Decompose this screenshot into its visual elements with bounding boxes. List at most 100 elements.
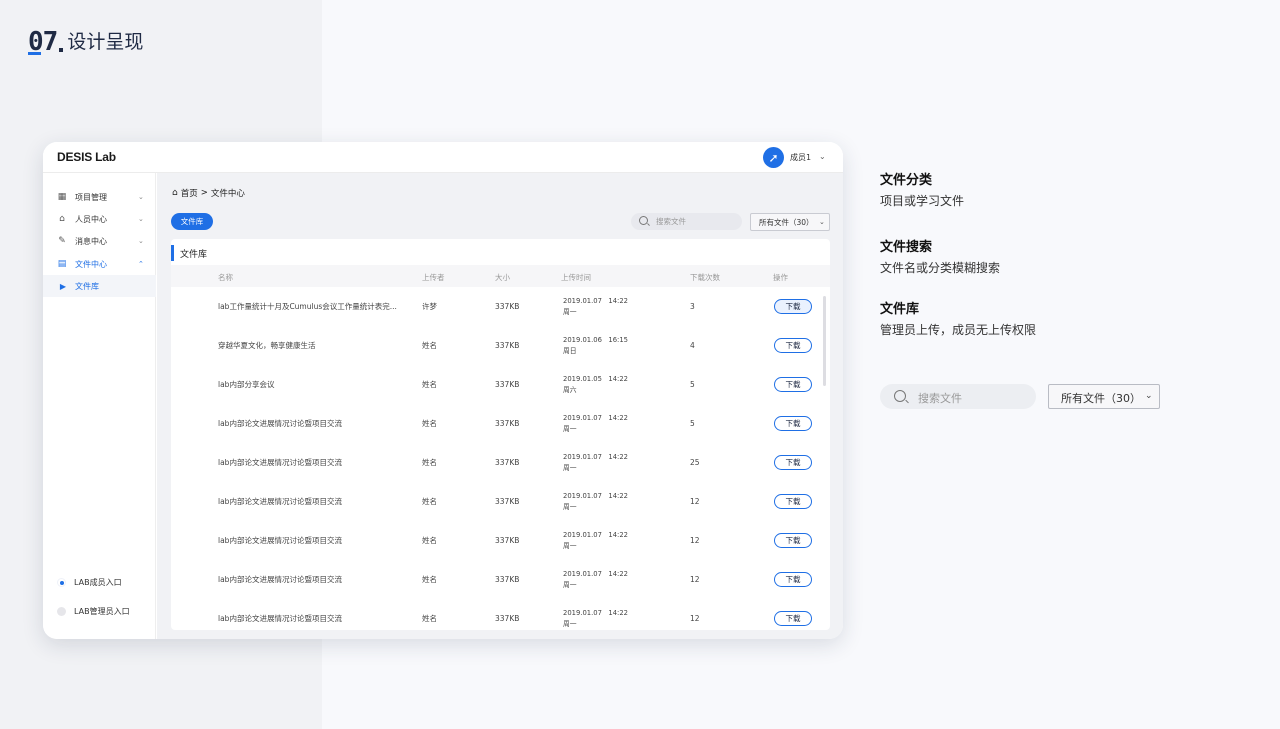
header-uploader: 上传者	[422, 273, 445, 282]
brand-logo[interactable]: DESIS Lab	[57, 150, 116, 164]
main-content: ⌂ 首页 > 文件中心 文件库 搜索文件 所有文件（30） ⌄ 文件库 名称 上…	[157, 173, 843, 639]
table-row[interactable]: lab内部论文进展情况讨论暨项目交流 姓名 337KB 12 2019.01.07 14…	[171, 521, 830, 560]
header-upload-time: 上传时间	[561, 273, 591, 282]
chevron-down-icon[interactable]: ⌄	[819, 152, 826, 161]
table-row[interactable]: lab内部论文进展情况讨论暨项目交流 姓名 337KB 5 2019.01.07 14:…	[171, 404, 830, 443]
chevron-down-icon: ⌄	[138, 193, 144, 201]
table-scrollbar[interactable]	[823, 296, 826, 386]
sidebar-subitem-file-library[interactable]: ▶ 文件库	[43, 275, 156, 297]
download-button[interactable]: 下载	[774, 377, 812, 392]
upload-weekday: 周六	[563, 385, 577, 394]
breadcrumb: ⌂ 首页 > 文件中心	[172, 187, 245, 199]
table-row[interactable]: lab内部论文进展情况讨论暨项目交流 姓名 337KB 12 2019.01.07 14…	[171, 599, 830, 630]
download-button[interactable]: 下载	[774, 299, 812, 314]
file-name: lab内部论文进展情况讨论暨项目交流	[218, 497, 342, 506]
app-window: DESIS Lab ➚ 成员1 ⌄ ▦ 项目管理 ⌄ ⌂ 人员中心 ⌄ ✎ 消息…	[43, 142, 843, 639]
file-uploader: 姓名	[422, 575, 437, 584]
chevron-down-icon: ⌄	[819, 218, 825, 226]
file-upload-time: 2019.01.07 14:22 周一	[563, 287, 628, 326]
download-button[interactable]: 下载	[774, 338, 812, 353]
member-entry-option[interactable]: LAB成员入口	[43, 574, 156, 590]
sidebar-item-files[interactable]: ▤ 文件中心 ⌃	[43, 253, 156, 275]
home-icon[interactable]: ⌂	[172, 188, 178, 198]
search-icon	[894, 390, 906, 402]
sidebar-item-projects[interactable]: ▦ 项目管理 ⌄	[43, 186, 156, 208]
sidebar-item-people[interactable]: ⌂ 人员中心 ⌄	[43, 208, 156, 230]
radio-unselected-icon[interactable]	[57, 606, 66, 616]
file-name: lab内部论文进展情况讨论暨项目交流	[218, 614, 342, 623]
annotation-desc: 管理员上传，成员无上传权限	[880, 323, 1037, 337]
file-download-count: 12	[690, 575, 700, 584]
user-name[interactable]: 成员1	[790, 152, 811, 163]
header-name: 名称	[218, 273, 233, 282]
upload-date: 2019.01.05 14:22	[563, 374, 628, 383]
download-button[interactable]: 下载	[774, 611, 812, 626]
file-size: 337KB	[495, 575, 520, 584]
breadcrumb-home[interactable]: 首页	[181, 187, 198, 199]
download-button[interactable]: 下载	[774, 533, 812, 548]
sidebar: ▦ 项目管理 ⌄ ⌂ 人员中心 ⌄ ✎ 消息中心 ⌄ ▤ 文件中心 ⌃ ▶ 文件…	[43, 173, 156, 639]
table-row[interactable]: lab内部论文进展情况讨论暨项目交流 姓名 337KB 12 2019.01.07 14…	[171, 560, 830, 599]
entry-label: LAB管理员入口	[74, 606, 130, 616]
download-button[interactable]: 下载	[774, 494, 812, 509]
file-upload-time: 2019.01.07 14:22 周一	[563, 521, 628, 560]
app-header: DESIS Lab ➚ 成员1 ⌄	[43, 142, 843, 173]
annotation-file-classification: 文件分类 项目或学习文件	[880, 172, 964, 210]
table-row[interactable]: 穿越华夏文化，畅享健康生活 姓名 337KB 4 2019.01.06 16:15 周日 下…	[171, 326, 830, 365]
annotation-file-search: 文件搜索 文件名或分类模糊搜索	[880, 239, 1000, 277]
file-table-card: 文件库 名称 上传者 大小 上传时间 下载次数 操作 lab工作量统计十月及Cu…	[171, 239, 830, 630]
file-size: 337KB	[495, 458, 520, 467]
file-size: 337KB	[495, 536, 520, 545]
table-row[interactable]: lab工作量统计十月及Cumulus会议工作量统计表完... 许梦 337KB 3 20…	[171, 287, 830, 326]
file-upload-time: 2019.01.06 16:15 周日	[563, 326, 628, 365]
download-button[interactable]: 下载	[774, 416, 812, 431]
table-header: 名称 上传者 大小 上传时间 下载次数 操作	[171, 265, 830, 287]
file-uploader: 姓名	[422, 380, 437, 389]
grid-icon: ▦	[57, 192, 67, 202]
file-download-count: 12	[690, 614, 700, 623]
demo-file-filter-select[interactable]: 所有文件（30） ⌄	[1048, 384, 1160, 409]
file-upload-time: 2019.01.05 14:22 周六	[563, 365, 628, 404]
upload-weekday: 周一	[563, 502, 577, 511]
demo-search-input[interactable]: 搜索文件	[880, 384, 1036, 409]
upload-weekday: 周一	[563, 424, 577, 433]
upload-date: 2019.01.07 14:22	[563, 452, 628, 461]
search-input[interactable]: 搜索文件	[631, 213, 742, 230]
slide-heading: 设计呈现	[67, 31, 144, 53]
file-size: 337KB	[495, 341, 520, 350]
file-name: lab内部论文进展情况讨论暨项目交流	[218, 419, 342, 428]
upload-date: 2019.01.07 14:22	[563, 569, 628, 578]
file-name: lab工作量统计十月及Cumulus会议工作量统计表完...	[218, 302, 397, 311]
upload-date: 2019.01.07 14:22	[563, 296, 628, 305]
file-name: lab内部论文进展情况讨论暨项目交流	[218, 458, 342, 467]
user-avatar-icon[interactable]: ➚	[763, 147, 784, 168]
annotation-desc: 文件名或分类模糊搜索	[880, 261, 1001, 275]
people-icon: ⌂	[59, 214, 65, 224]
file-download-count: 25	[690, 458, 700, 467]
breadcrumb-current: 文件中心	[210, 189, 245, 199]
card-title: 文件库	[171, 245, 207, 261]
select-value: 所有文件（30）	[759, 217, 814, 227]
sidebar-item-messages[interactable]: ✎ 消息中心 ⌄	[43, 230, 156, 252]
file-uploader: 许梦	[422, 302, 437, 311]
table-row[interactable]: lab内部论文进展情况讨论暨项目交流 姓名 337KB 25 2019.01.07 14…	[171, 443, 830, 482]
sidebar-item-label: 消息中心	[75, 236, 107, 246]
slide-title: 07 设计呈现	[28, 29, 144, 55]
file-library-tab-button[interactable]: 文件库	[171, 213, 213, 230]
download-button[interactable]: 下载	[774, 572, 812, 587]
send-icon: ✎	[58, 236, 66, 246]
upload-weekday: 周一	[563, 541, 577, 550]
radio-selected-icon[interactable]	[57, 577, 66, 587]
chevron-down-icon: ⌄	[138, 237, 144, 245]
file-size: 337KB	[495, 497, 520, 506]
annotation-file-library: 文件库 管理员上传，成员无上传权限	[880, 301, 1036, 339]
file-name: 穿越华夏文化，畅享健康生活	[218, 341, 316, 350]
file-filter-select[interactable]: 所有文件（30） ⌄	[750, 213, 830, 231]
file-upload-time: 2019.01.07 14:22 周一	[563, 560, 628, 599]
table-row[interactable]: lab内部论文进展情况讨论暨项目交流 姓名 337KB 12 2019.01.07 14…	[171, 482, 830, 521]
table-row[interactable]: lab内部分享会议 姓名 337KB 5 2019.01.05 14:22 周六 下载	[171, 365, 830, 404]
file-uploader: 姓名	[422, 419, 437, 428]
admin-entry-option[interactable]: LAB管理员入口	[43, 603, 156, 619]
file-download-count: 12	[690, 497, 700, 506]
download-button[interactable]: 下载	[774, 455, 812, 470]
